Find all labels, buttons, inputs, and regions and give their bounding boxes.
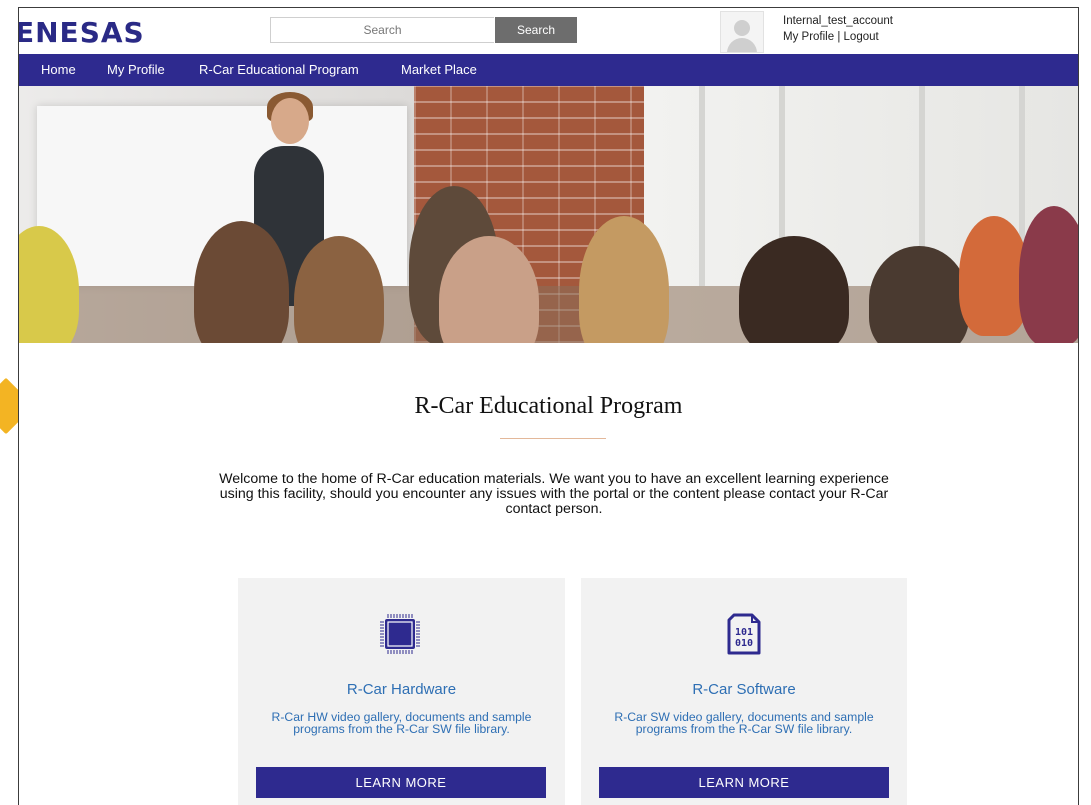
card-title[interactable]: R-Car Software	[581, 681, 907, 698]
browser-page: ENESAS Search Internal_test_account My P…	[18, 7, 1079, 805]
main-nav: Home My Profile R-Car Educational Progra…	[19, 54, 1078, 86]
card-rcar-software: 101 010 R-Car Software R-Car SW video ga…	[581, 578, 907, 805]
search-input[interactable]	[270, 17, 494, 43]
hero-classroom-photo	[19, 86, 1078, 343]
hero-window-frame	[699, 86, 705, 286]
chip-icon	[380, 614, 420, 654]
card-title[interactable]: R-Car Hardware	[238, 681, 565, 698]
page-title: R-Car Educational Program	[414, 393, 683, 419]
learn-more-software-button[interactable]: LEARN MORE	[599, 767, 889, 798]
site-header: ENESAS Search Internal_test_account My P…	[19, 8, 1078, 54]
hero-attendee	[1019, 206, 1078, 343]
welcome-text: Welcome to the home of R-Car education m…	[219, 471, 889, 517]
nav-my-profile[interactable]: My Profile	[107, 54, 165, 86]
account-name: Internal_test_account	[783, 15, 893, 27]
renesas-logo[interactable]: ENESAS	[19, 16, 145, 49]
svg-text:101: 101	[735, 627, 753, 638]
my-profile-link[interactable]: My Profile	[783, 31, 834, 43]
search-button[interactable]: Search	[495, 17, 577, 43]
card-rcar-hardware: R-Car Hardware R-Car HW video gallery, d…	[238, 578, 565, 805]
binary-file-icon: 101 010	[727, 613, 761, 655]
link-separator: |	[837, 31, 841, 43]
title-divider	[500, 438, 606, 439]
logout-link[interactable]: Logout	[844, 31, 879, 43]
account-links: My Profile | Logout	[783, 31, 879, 43]
learn-more-hardware-button[interactable]: LEARN MORE	[256, 767, 546, 798]
avatar-head-shape	[734, 20, 750, 36]
card-description: R-Car SW video gallery, documents and sa…	[614, 710, 874, 736]
nav-market-place[interactable]: Market Place	[401, 54, 477, 86]
hero-presenter-head	[271, 98, 309, 144]
nav-rcar-educational-program[interactable]: R-Car Educational Program	[199, 54, 359, 86]
nav-home[interactable]: Home	[41, 54, 76, 86]
avatar-body-shape	[727, 38, 757, 52]
card-description: R-Car HW video gallery, documents and sa…	[271, 710, 532, 736]
svg-text:010: 010	[735, 638, 753, 649]
avatar[interactable]	[720, 11, 764, 53]
